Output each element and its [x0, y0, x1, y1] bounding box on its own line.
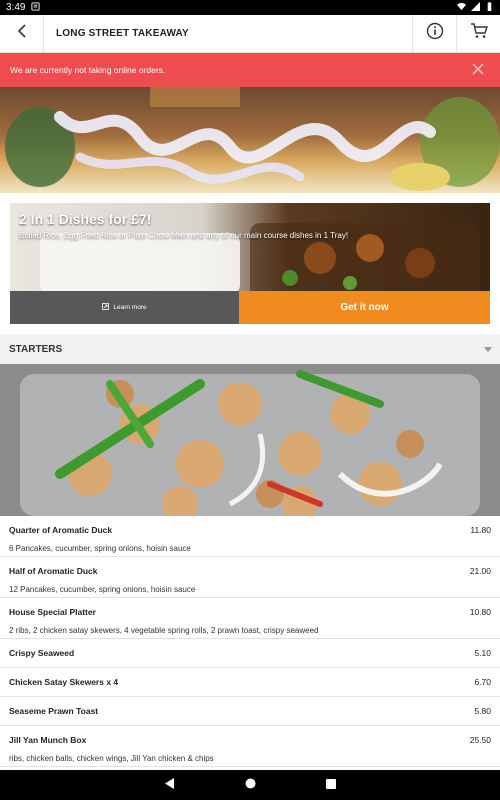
- menu-item-description: 12 Pancakes, cucumber, spring onions, ho…: [9, 585, 196, 594]
- menu-item[interactable]: Chicken Satay Skewers x 4 6.70: [0, 668, 500, 697]
- menu-item[interactable]: Seaseme Prawn Toast 5.80: [0, 697, 500, 726]
- promo-title: 2 In 1 Dishes for £7!: [19, 211, 152, 227]
- close-alert-button[interactable]: [456, 53, 500, 87]
- nav-back-icon[interactable]: [164, 776, 175, 794]
- menu-item[interactable]: Half of Aromatic Duck 12 Pancakes, cucum…: [0, 557, 500, 598]
- notification-icon: [31, 1, 41, 14]
- menu-item-description: ribs, chicken balls, chicken wings, Jill…: [9, 754, 214, 763]
- menu-item-name: Crispy Seaweed: [9, 648, 75, 658]
- menu-item-name: Chicken Satay Skewers x 4: [9, 677, 119, 687]
- menu-item-name: House Special Platter: [9, 607, 96, 617]
- menu-item-price: 10.80: [469, 607, 491, 617]
- arrow-left-icon: [16, 24, 28, 43]
- alert-message: We are currently not taking online order…: [10, 65, 166, 75]
- menu-item-name: Quarter of Aromatic Duck: [9, 525, 113, 535]
- menu-item-price: 5.80: [474, 706, 491, 716]
- starters-category-image: [0, 364, 500, 516]
- category-header-starters[interactable]: STARTERS: [0, 334, 500, 364]
- chevron-down-icon: [484, 345, 492, 356]
- system-nav-bar: [0, 770, 500, 800]
- battery-icon: [485, 1, 494, 14]
- menu-item-name: Half of Aromatic Duck: [9, 566, 98, 576]
- menu-item-price: 6.70: [474, 677, 491, 687]
- menu-item[interactable]: House Special Platter 2 ribs, 2 chicken …: [0, 598, 500, 639]
- menu-item-price: 25.50: [469, 735, 491, 745]
- offline-alert-banner: We are currently not taking online order…: [0, 53, 500, 87]
- nav-home-icon[interactable]: [245, 776, 256, 794]
- status-time: 3:49: [6, 2, 26, 13]
- restaurant-hero-image: [0, 87, 500, 193]
- close-icon: [472, 63, 484, 77]
- learn-more-label: Learn more: [113, 304, 147, 311]
- menu-item-price: 21.00: [469, 566, 491, 576]
- app-header: LONG STREET TAKEAWAY: [0, 14, 500, 53]
- menu-item[interactable]: Quarter of Aromatic Duck 6 Pancakes, cuc…: [0, 516, 500, 557]
- menu-item[interactable]: Jill Yan Munch Box ribs, chicken balls, …: [0, 726, 500, 767]
- status-bar: 3:49: [0, 0, 500, 15]
- promo-description: Boiled Rice, Egg Fried Rice or Plain Cho…: [19, 231, 349, 240]
- menu-item[interactable]: Crispy Seaweed 5.10: [0, 639, 500, 668]
- menu-item-price: 11.80: [470, 525, 491, 535]
- promo-card[interactable]: 2 In 1 Dishes for £7! Boiled Rice, Egg F…: [10, 203, 490, 324]
- learn-more-button[interactable]: Learn more: [10, 291, 239, 324]
- menu-item-description: 2 ribs, 2 chicken satay skewers, 4 veget…: [9, 626, 319, 635]
- nav-recents-icon[interactable]: [325, 776, 336, 794]
- menu-item-description: 6 Pancakes, cucumber, spring onions, hoi…: [9, 544, 191, 553]
- page-title: LONG STREET TAKEAWAY: [56, 28, 189, 39]
- get-it-now-button[interactable]: Get it now: [239, 291, 490, 324]
- wifi-icon: [457, 2, 466, 14]
- cart-button[interactable]: [456, 14, 500, 53]
- category-title: STARTERS: [9, 343, 63, 355]
- info-icon: [426, 22, 444, 45]
- menu-item-list: Quarter of Aromatic Duck 6 Pancakes, cuc…: [0, 516, 500, 770]
- menu-item-price: 5.10: [474, 648, 491, 658]
- signal-icon: [471, 1, 480, 14]
- menu-item-name: Seaseme Prawn Toast: [9, 706, 99, 716]
- external-link-icon: [102, 303, 110, 312]
- back-button[interactable]: [0, 14, 44, 53]
- menu-item-name: Jill Yan Munch Box: [9, 735, 87, 745]
- cart-icon: [470, 23, 488, 44]
- info-button[interactable]: [412, 14, 456, 53]
